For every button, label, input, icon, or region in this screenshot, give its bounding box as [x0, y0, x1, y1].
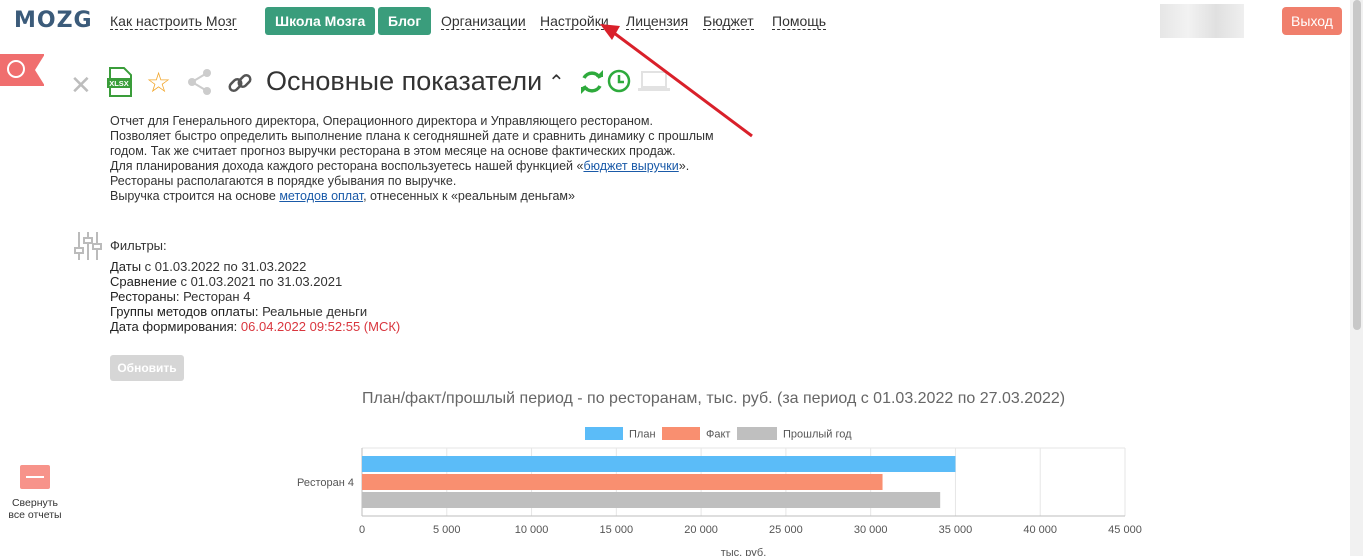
bar-План [362, 456, 956, 472]
legend-swatch [662, 427, 700, 440]
x-tick-label: 45 000 [1108, 524, 1142, 536]
brain-icon [7, 60, 25, 78]
school-button[interactable]: Школа Мозга [265, 7, 376, 35]
scrollbar-thumb[interactable] [1353, 0, 1361, 330]
chart-title: План/факт/прошлый период - по ресторанам… [362, 390, 1066, 407]
annotation-arrow [600, 24, 753, 138]
favorite-star-icon[interactable]: ☆ [146, 66, 171, 99]
nav-how-to-setup[interactable]: Как настроить Мозг [110, 13, 237, 30]
description-line: Для планирования дохода каждого ресторан… [110, 159, 750, 174]
filter-compare: Сравнение с 01.03.2021 по 31.03.2021 [110, 274, 400, 289]
xlsx-export-icon[interactable]: XLSX [106, 67, 134, 97]
x-tick-label: 35 000 [939, 524, 973, 536]
link-icon[interactable] [226, 69, 254, 97]
collapse-label-line: все отчеты [8, 509, 62, 521]
mozg-logo[interactable]: MOZG [14, 8, 93, 33]
bar-Факт [362, 474, 883, 490]
description-text: , отнесенных к «реальным деньгам» [363, 189, 575, 203]
collapse-all-reports-button[interactable] [20, 465, 50, 489]
logo-text: MOZG [14, 8, 93, 33]
x-tick-label: 15 000 [600, 524, 634, 536]
nav-organizations[interactable]: Организации [441, 13, 526, 30]
revenue-budget-link[interactable]: бюджет выручки [583, 159, 678, 173]
filter-label: Группы методов оплаты: [110, 304, 259, 319]
description-text: ». [678, 159, 690, 173]
legend-label: Факт [706, 429, 730, 441]
description-line: Выручка строится на основе методов оплат… [110, 189, 750, 204]
legend-swatch [737, 427, 777, 440]
collapse-caret-icon[interactable]: ⌃ [548, 70, 565, 95]
category-label: Ресторан 4 [297, 477, 354, 489]
filter-value: с 01.03.2022 по 31.03.2022 [141, 259, 307, 274]
filter-label: Рестораны: [110, 289, 180, 304]
filter-dates: Даты с 01.03.2022 по 31.03.2022 [110, 259, 400, 274]
close-icon[interactable]: ✕ [70, 70, 92, 101]
x-axis-label: тыс. руб. [721, 547, 767, 556]
description-line: Рестораны располагаются в порядке убыван… [110, 174, 457, 188]
filters-panel: Фильтры: Даты с 01.03.2022 по 31.03.2022… [110, 238, 400, 334]
x-tick-label: 5 000 [433, 524, 461, 536]
brain-ribbon[interactable] [0, 54, 45, 86]
filter-label: Сравнение [110, 274, 177, 289]
x-tick-label: 0 [359, 524, 365, 536]
filter-label: Дата формирования: [110, 319, 238, 334]
collapse-all-reports-label[interactable]: Свернуть все отчеты [2, 497, 68, 521]
user-info-blurred[interactable] [1160, 4, 1244, 38]
filter-payment-groups: Группы методов оплаты: Реальные деньги [110, 304, 400, 319]
description-text: Для планирования дохода каждого ресторан… [110, 159, 584, 173]
legend-label: Прошлый год [783, 429, 852, 441]
bar-Прошлый год [362, 492, 941, 508]
filters-sliders-icon[interactable] [74, 230, 102, 262]
filter-restaurants: Рестораны: Ресторан 4 [110, 289, 400, 304]
x-tick-label: 25 000 [769, 524, 803, 536]
filter-value: с 01.03.2021 по 31.03.2021 [176, 274, 343, 289]
filter-generated-date: Дата формирования: 06.04.2022 09:52:55 (… [110, 319, 400, 334]
blog-button[interactable]: Блог [378, 7, 432, 35]
filter-value: 06.04.2022 09:52:55 (МСК) [237, 319, 401, 334]
plan-fact-bar-chart: План Факт Прошлый год 0 5 000 10 000 15 000 20 … [297, 427, 1142, 556]
x-tick-label: 40 000 [1023, 524, 1057, 536]
filter-value: Реальные деньги [258, 304, 368, 319]
x-tick-label: 10 000 [515, 524, 549, 536]
legend-swatch [585, 427, 623, 440]
x-tick-label: 20 000 [684, 524, 718, 536]
collapse-label-line: Свернуть [11, 497, 59, 509]
filter-label: Даты [110, 259, 142, 274]
x-tick-label: 30 000 [854, 524, 888, 536]
update-button[interactable]: Обновить [110, 355, 184, 381]
legend-label: План [629, 429, 656, 441]
filter-value: Ресторан 4 [179, 289, 251, 304]
svg-text:XLSX: XLSX [109, 79, 129, 88]
filters-heading: Фильтры: [110, 238, 167, 253]
logout-button[interactable]: Выход [1282, 7, 1342, 35]
share-icon[interactable] [186, 68, 214, 96]
payment-methods-link[interactable]: методов оплат [279, 189, 363, 203]
page-title: Основные показатели [266, 66, 543, 96]
nav-help[interactable]: Помощь [772, 13, 827, 30]
description-text: Выручка строится на основе [110, 189, 280, 203]
